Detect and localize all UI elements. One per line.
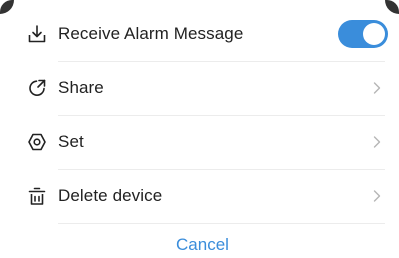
delete-device-row[interactable]: Delete device xyxy=(0,169,399,223)
divider xyxy=(58,223,385,224)
cancel-button[interactable]: Cancel xyxy=(0,232,399,258)
share-row[interactable]: Share xyxy=(0,61,399,115)
hexagon-settings-icon xyxy=(26,131,48,153)
receive-alarm-row: Receive Alarm Message xyxy=(0,7,399,61)
delete-device-label: Delete device xyxy=(58,186,163,205)
receive-alarm-toggle[interactable] xyxy=(338,20,388,48)
share-arrow-icon xyxy=(26,77,48,99)
action-sheet: Receive Alarm Message Share Set Delete d… xyxy=(0,0,399,258)
chevron-right-icon xyxy=(373,82,381,94)
toggle-knob xyxy=(363,23,385,45)
share-label: Share xyxy=(58,78,104,97)
receive-alarm-label: Receive Alarm Message xyxy=(58,24,244,43)
set-label: Set xyxy=(58,132,84,151)
trash-icon xyxy=(26,185,48,207)
chevron-right-icon xyxy=(373,136,381,148)
download-tray-icon xyxy=(26,23,48,45)
chevron-right-icon xyxy=(373,190,381,202)
set-row[interactable]: Set xyxy=(0,115,399,169)
